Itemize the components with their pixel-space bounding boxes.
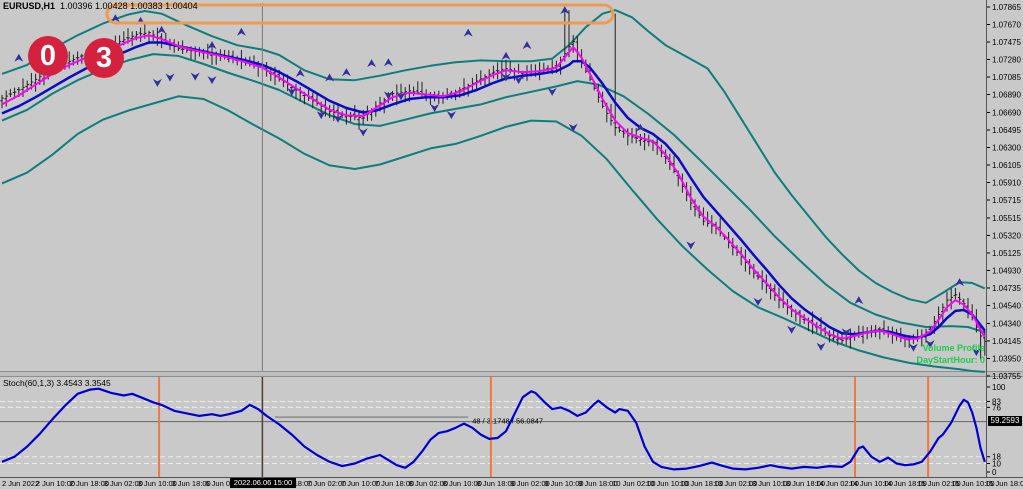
measure-label: 48 / 3.1748 / 56.0847 — [472, 417, 543, 426]
trade-arrow-down-icon — [569, 124, 578, 132]
day-start-hour-label: DayStartHour: 0 — [916, 355, 985, 365]
red-circle-annotation-3[interactable]: 3 — [84, 38, 124, 78]
trade-arrow-down-icon — [166, 73, 175, 81]
stoch-axis-label: 0 — [992, 468, 997, 477]
trade-arrow-down-icon — [817, 343, 826, 351]
trade-arrow-down-icon — [909, 344, 918, 352]
chart-title: EURUSD,H1 1.00396 1.00428 1.00383 1.00404 — [3, 1, 198, 11]
trade-arrow-up-icon — [502, 52, 511, 60]
signal-arrows — [14, 6, 981, 356]
price-axis-label: 1.03755 — [992, 372, 1021, 381]
volume-profile-label: Volume Profile — [923, 343, 985, 353]
price-axis-label: 1.07475 — [992, 38, 1021, 47]
crosshair-time-badge: 2022.06.06 15:00 — [230, 478, 296, 488]
time-axis-label: 2 Jun 2022 — [2, 479, 39, 488]
price-axis-label: 1.04540 — [992, 301, 1021, 310]
ohlc-readout: 1.00396 1.00428 1.00383 1.00404 — [60, 1, 198, 11]
trade-arrow-up-icon — [157, 26, 166, 34]
band-mid-teal-line — [2, 54, 985, 332]
trade-arrow-down-icon — [208, 76, 217, 84]
price-axis-label: 1.03950 — [992, 354, 1021, 363]
symbol-period-label: EURUSD,H1 — [3, 1, 55, 11]
time-axis-label: 15 Jun 18:00 — [985, 479, 1023, 488]
price-axis-label: 1.06690 — [992, 108, 1021, 117]
trade-arrow-down-icon — [787, 326, 796, 334]
trade-arrow-up-icon — [367, 59, 376, 67]
price-axis-label: 1.06300 — [992, 143, 1021, 152]
stoch-current-value-badge: 59.2593 — [988, 416, 1022, 426]
trade-arrow-up-icon — [14, 54, 23, 62]
trade-arrow-down-icon — [153, 79, 162, 87]
red-circle-annotation-0[interactable]: 0 — [28, 36, 68, 76]
stochastic-indicator-label: Stoch(60,1,3) 3.4543 3.3545 — [3, 378, 111, 388]
trade-arrow-up-icon — [237, 28, 246, 36]
price-axis-label: 1.07670 — [992, 21, 1021, 30]
trade-arrow-down-icon — [430, 104, 439, 112]
price-axis-label: 1.04145 — [992, 337, 1021, 346]
price-axis-label: 1.05320 — [992, 231, 1021, 240]
price-axis-label: 1.05715 — [992, 196, 1021, 205]
stoch-axis-label: 76 — [992, 403, 1001, 412]
stoch-axis[interactable] — [987, 387, 990, 472]
price-axis-label: 1.04930 — [992, 266, 1021, 275]
price-axis-label: 1.05125 — [992, 249, 1021, 258]
trade-arrow-down-icon — [548, 88, 557, 96]
stoch-axis-label: 100 — [992, 383, 1006, 392]
price-axis-label: 1.07865 — [992, 3, 1021, 12]
price-axis-label: 1.06495 — [992, 126, 1021, 135]
price-axis-label: 1.06105 — [992, 161, 1021, 170]
trade-arrow-down-icon — [447, 111, 456, 119]
price-axis-label: 1.07280 — [992, 56, 1021, 65]
price-axis-label: 1.06890 — [992, 91, 1021, 100]
trade-arrow-up-icon — [342, 68, 351, 76]
price-axis-label: 1.05515 — [992, 214, 1021, 223]
stochastic-line — [2, 389, 985, 470]
price-axis[interactable] — [987, 7, 990, 376]
trade-arrow-up-icon — [854, 296, 863, 304]
band-upper-teal-line — [2, 10, 985, 303]
price-axis-label: 1.05910 — [992, 178, 1021, 187]
price-axis-label: 1.04340 — [992, 319, 1021, 328]
mt4-chart-window: 48 / 3.1748 / 56.0847 1.07865 1.07670 1.074… — [0, 0, 1023, 489]
trade-arrow-up-icon — [384, 58, 393, 66]
chart-canvas[interactable]: 48 / 3.1748 / 56.0847 1.07865 1.07670 1.074… — [0, 0, 1023, 489]
trade-arrow-down-icon — [686, 241, 695, 249]
trade-arrow-up-icon — [523, 41, 532, 49]
price-axis-label: 1.04735 — [992, 284, 1021, 293]
price-axis-label: 1.07085 — [992, 73, 1021, 82]
trade-arrow-up-icon — [464, 29, 473, 37]
trade-arrow-down-icon — [191, 73, 200, 81]
price-bars — [0, 10, 986, 359]
trade-arrow-down-icon — [359, 128, 368, 136]
